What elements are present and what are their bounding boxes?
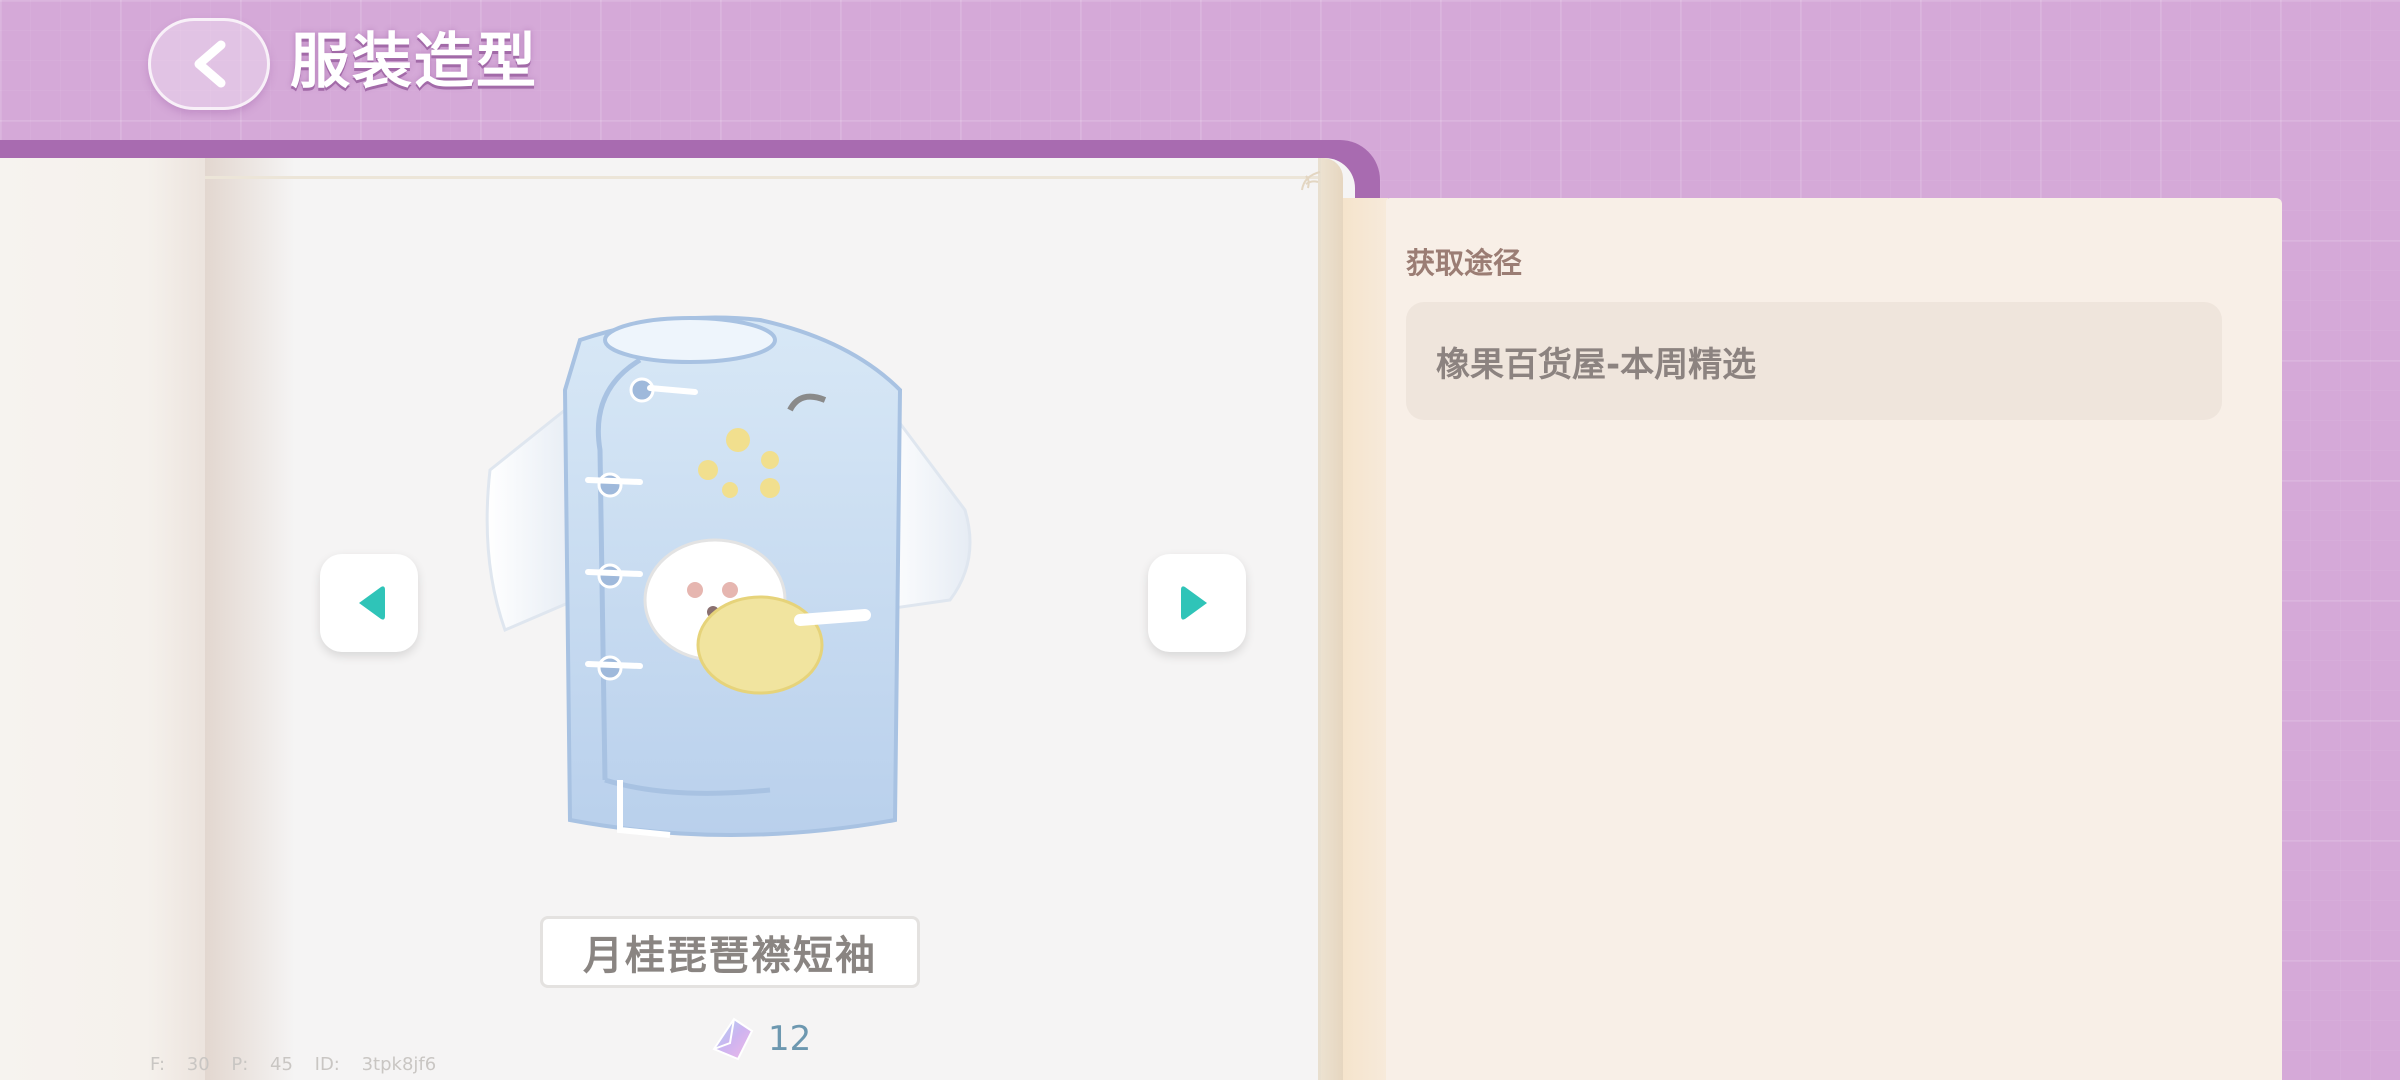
source-value: 橡果百货屋-本周精选 (1436, 344, 1757, 385)
source-entry[interactable]: 橡果百货屋-本周精选 (1406, 302, 2222, 420)
source-label: 获取途径 (1406, 246, 1523, 280)
book-spine (1343, 198, 1388, 1080)
book-page-edge (1318, 158, 1343, 1080)
item-name: 月桂琵琶襟短袖 (583, 933, 877, 979)
item-count: 12 (708, 1012, 811, 1066)
acquisition-panel: 获取途径 橡果百货屋-本周精选 (1386, 198, 2282, 1080)
item-name-plate: 月桂琵琶襟短袖 (540, 916, 920, 988)
previous-item-button[interactable] (320, 554, 418, 652)
item-count-value: 12 (768, 1019, 812, 1059)
back-button[interactable] (148, 18, 270, 110)
triangle-right-icon (1181, 586, 1207, 620)
shirt-icon (485, 315, 972, 838)
leaf-corner-icon (1301, 171, 1321, 191)
debug-info: F: 30 P: 45 ID: 3tpk8jf6 (150, 1054, 437, 1075)
triangle-left-icon (359, 586, 385, 620)
page-title: 服装造型 (290, 27, 538, 97)
next-item-button[interactable] (1148, 554, 1246, 652)
crystal-shard-icon (712, 1017, 754, 1061)
book-left-page (0, 158, 210, 1080)
chevron-left-icon (194, 40, 226, 88)
